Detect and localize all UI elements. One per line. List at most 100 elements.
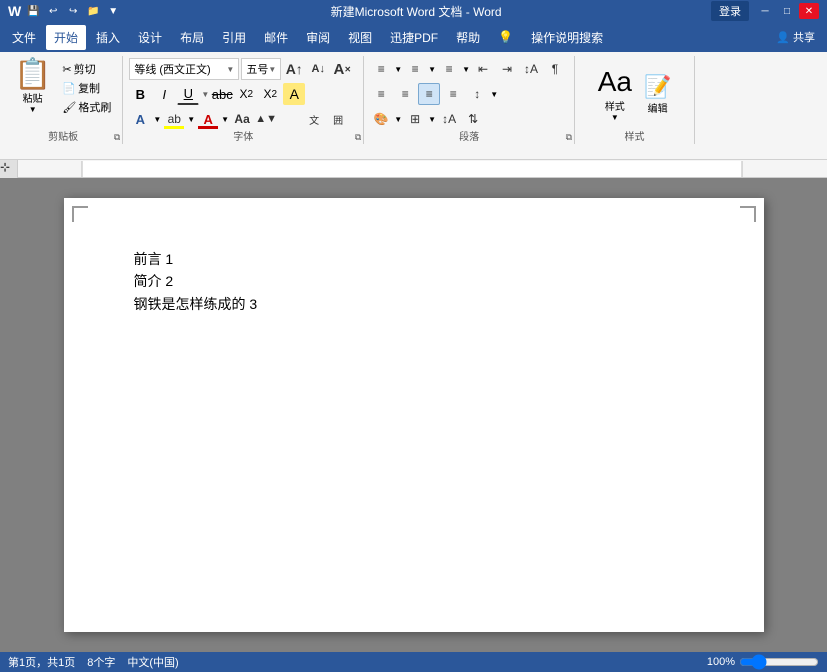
- doc-line-1: 前言 1: [134, 248, 694, 270]
- increase-indent2-icon[interactable]: ↕A: [438, 108, 460, 130]
- page-corner-tr: [740, 206, 756, 222]
- paste-dropdown-icon[interactable]: ▼: [29, 105, 37, 114]
- italic-button[interactable]: I: [153, 83, 175, 105]
- increase-font-icon[interactable]: A↑: [283, 58, 305, 80]
- numbered-dropdown-icon[interactable]: ▼: [428, 65, 436, 74]
- multilevel-dropdown-icon[interactable]: ▼: [462, 65, 470, 74]
- line-spacing-dropdown-icon[interactable]: ▼: [490, 90, 498, 99]
- menu-home[interactable]: 开始: [46, 25, 86, 50]
- text-effects-dropdown-icon[interactable]: ▼: [153, 115, 161, 124]
- align-left-icon[interactable]: ≡: [370, 83, 392, 105]
- styles-group: Aa 样式 ▼ 📝 编辑 样式: [575, 56, 695, 144]
- decrease-indent-icon[interactable]: ⇤: [472, 58, 494, 80]
- open-icon[interactable]: 📁: [85, 3, 101, 19]
- close-button[interactable]: ✕: [799, 3, 819, 19]
- font-case-icon[interactable]: Aa: [231, 108, 253, 130]
- numbered-list-icon[interactable]: ≡: [404, 58, 426, 80]
- menu-bar: 文件 开始 插入 设计 布局 引用 邮件 审阅 视图 迅捷PDF 帮助 💡 操作…: [0, 22, 827, 52]
- window-title: 新建Microsoft Word 文档 - Word: [121, 3, 711, 20]
- borders-icon[interactable]: ⊞: [404, 108, 426, 130]
- font-size-selector[interactable]: 五号 ▼: [241, 58, 281, 80]
- minimize-button[interactable]: ─: [755, 3, 775, 19]
- ruby-icon[interactable]: 文: [303, 108, 325, 130]
- font-color-dropdown-icon[interactable]: ▼: [221, 115, 229, 124]
- paragraph-group: ≡ ▼ ≡ ▼ ≡ ▼ ⇤ ⇥ ↕A ¶ ≡ ≡ ≡ ≡ ↕ ▼: [364, 56, 575, 144]
- cut-button[interactable]: ✂ 剪切: [59, 60, 114, 78]
- decrease-font-icon[interactable]: A↓: [307, 58, 329, 80]
- bullet-list-icon[interactable]: ≡: [370, 58, 392, 80]
- font-expand-icon[interactable]: ⧉: [355, 132, 361, 143]
- login-button[interactable]: 登录: [711, 1, 749, 21]
- justify-icon[interactable]: ≡: [442, 83, 464, 105]
- document-content[interactable]: 前言 1 简介 2 钢铁是怎样练成的 3: [134, 248, 694, 315]
- language: 中文(中国): [127, 654, 178, 670]
- paragraph-expand-icon[interactable]: ⧉: [566, 132, 572, 143]
- editing-button[interactable]: 📝 编辑: [640, 70, 675, 119]
- maximize-button[interactable]: □: [777, 3, 797, 19]
- clear-all-format-button[interactable]: A: [283, 83, 305, 105]
- clear-format-icon[interactable]: A✕: [331, 58, 353, 80]
- clipboard-expand-icon[interactable]: ⧉: [114, 132, 120, 143]
- font-color-icon[interactable]: A: [197, 108, 219, 130]
- increase-indent-icon[interactable]: ⇥: [496, 58, 518, 80]
- font-name-selector[interactable]: 等线 (西文正文) ▼: [129, 58, 239, 80]
- page-info: 第1页，共1页: [8, 654, 75, 670]
- document-page[interactable]: 前言 1 简介 2 钢铁是怎样练成的 3: [64, 198, 764, 632]
- copy-button[interactable]: 📄 复制: [59, 79, 114, 97]
- menu-references[interactable]: 引用: [214, 25, 254, 50]
- underline-dropdown-icon[interactable]: ▼: [201, 90, 209, 99]
- bullet-dropdown-icon[interactable]: ▼: [394, 65, 402, 74]
- paste-button[interactable]: 📋 粘贴 ▼: [10, 58, 55, 130]
- menu-layout[interactable]: 布局: [172, 25, 212, 50]
- shading-dropdown-icon[interactable]: ▼: [394, 115, 402, 124]
- undo-icon[interactable]: ↩: [45, 3, 61, 19]
- font-name-dropdown-icon: ▼: [226, 65, 234, 74]
- clipboard-mini-buttons: ✂ 剪切 📄 复制 🖌 格式刷: [59, 58, 114, 130]
- align-center-icon[interactable]: ≡: [394, 83, 416, 105]
- wubi-icon[interactable]: 囲: [327, 108, 349, 130]
- multilevel-list-icon[interactable]: ≡: [438, 58, 460, 80]
- grow-shrink-icon[interactable]: ▲▼: [255, 108, 277, 130]
- menu-file[interactable]: 文件: [4, 25, 44, 50]
- shading-icon[interactable]: 🎨: [370, 108, 392, 130]
- customize-icon[interactable]: ▼: [105, 3, 121, 19]
- paste-icon: 📋: [14, 60, 51, 90]
- show-marks-icon[interactable]: ¶: [544, 58, 566, 80]
- menu-design[interactable]: 设计: [130, 25, 170, 50]
- status-left: 第1页，共1页 8个字 中文(中国): [8, 654, 179, 670]
- menu-view[interactable]: 视图: [340, 25, 380, 50]
- save-icon[interactable]: 💾: [25, 3, 41, 19]
- subscript-button[interactable]: X2: [235, 83, 257, 105]
- tell-me-search[interactable]: 操作说明搜索: [523, 25, 611, 50]
- styles-dropdown-icon[interactable]: ▼: [611, 113, 619, 122]
- menu-mail[interactable]: 邮件: [256, 25, 296, 50]
- share-icon[interactable]: 👤 共享: [768, 25, 823, 49]
- menu-review[interactable]: 审阅: [298, 25, 338, 50]
- highlight-color-icon[interactable]: ab: [163, 108, 185, 130]
- decrease-indent2-icon[interactable]: ⇅: [462, 108, 484, 130]
- borders-dropdown-icon[interactable]: ▼: [428, 115, 436, 124]
- underline-button[interactable]: U: [177, 83, 199, 105]
- sort-icon[interactable]: ↕A: [520, 58, 542, 80]
- text-effects-icon[interactable]: A: [129, 108, 151, 130]
- zoom-slider[interactable]: [739, 654, 819, 670]
- format-painter-button[interactable]: 🖌 格式刷: [59, 98, 114, 116]
- strikethrough-button[interactable]: abc: [211, 83, 233, 105]
- title-bar: W 💾 ↩ ↪ 📁 ▼ 新建Microsoft Word 文档 - Word 登…: [0, 0, 827, 22]
- styles-button[interactable]: Aa 样式 ▼: [594, 62, 636, 126]
- redo-icon[interactable]: ↪: [65, 3, 81, 19]
- line-spacing-icon[interactable]: ↕: [466, 83, 488, 105]
- highlight-dropdown-icon[interactable]: ▼: [187, 115, 195, 124]
- menu-help[interactable]: 帮助: [448, 25, 488, 50]
- menu-pdf[interactable]: 迅捷PDF: [382, 25, 446, 50]
- align-right-icon[interactable]: ≡: [418, 83, 440, 105]
- status-bar: 第1页，共1页 8个字 中文(中国) 100%: [0, 652, 827, 672]
- ruler-corner[interactable]: ⊹: [0, 160, 18, 178]
- shrink-font-icon[interactable]: [279, 108, 301, 130]
- bold-button[interactable]: B: [129, 83, 151, 105]
- superscript-button[interactable]: X2: [259, 83, 281, 105]
- menu-insert[interactable]: 插入: [88, 25, 128, 50]
- title-right: 登录 ─ □ ✕: [711, 1, 819, 21]
- editing-label: 编辑: [648, 100, 668, 115]
- zoom-level[interactable]: 100%: [707, 656, 735, 668]
